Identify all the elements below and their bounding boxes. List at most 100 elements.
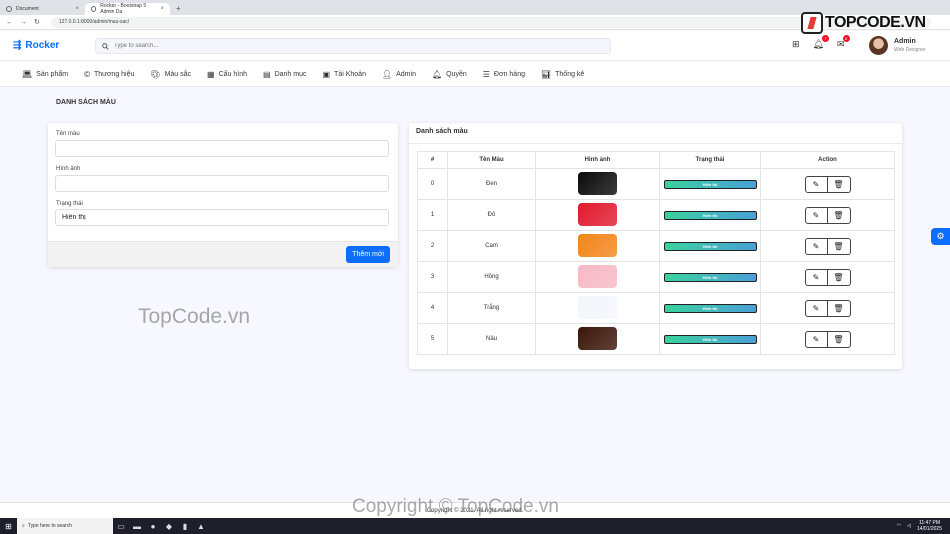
table-header-row: # Tên Màu Hình ảnh Trạng thái Action <box>417 151 895 169</box>
brand-logo[interactable]: ⇶ Rocker <box>13 40 59 51</box>
header-icons: ⊞ 🔔︎ 7 ✉︎ 8 <box>792 35 850 50</box>
message-icon[interactable]: ✉︎ 8 <box>837 35 850 50</box>
browser-tab-document[interactable]: Document × <box>0 3 85 15</box>
globe-icon <box>6 6 12 12</box>
edit-icon: ✎ <box>812 210 820 220</box>
delete-button[interactable]: 🗑︎ <box>827 175 851 193</box>
trash-icon: 🗑︎ <box>833 272 844 282</box>
delete-button[interactable]: 🗑︎ <box>827 237 851 255</box>
palette-icon: 🎨︎ <box>150 69 161 79</box>
menu-item-mau-sac[interactable]: 🎨︎ Màu sắc <box>150 70 191 79</box>
menu-item-san-pham[interactable]: 💻︎ Sản phẩm <box>22 70 68 79</box>
col-name: Tên Màu <box>447 151 536 169</box>
edit-button[interactable]: ✎ <box>804 330 828 348</box>
laptop-icon: 💻︎ <box>22 69 33 79</box>
menu-label: Quyền <box>446 70 467 78</box>
table-row: 4 Trắng Hiển thị ✎ 🗑︎ <box>417 292 895 324</box>
edit-button[interactable]: ✎ <box>804 268 828 286</box>
bar-chart-icon: 📊︎ <box>540 69 552 79</box>
edit-button[interactable]: ✎ <box>804 206 828 224</box>
reload-icon[interactable]: ↻ <box>34 18 40 26</box>
add-button[interactable]: Thêm mới <box>346 246 390 263</box>
status-badge: Hiển thị <box>663 241 757 251</box>
menu-item-quyen[interactable]: 🔔︎ Quyền <box>432 70 467 79</box>
delete-button[interactable]: 🗑︎ <box>827 299 851 317</box>
volume-icon[interactable]: ◁ <box>907 523 911 529</box>
row-actions: ✎ 🗑︎ <box>760 230 895 262</box>
taskbar-search-text: Type here to search <box>27 523 73 529</box>
table-row: 2 Cam Hiển thị ✎ 🗑︎ <box>417 230 895 262</box>
windows-start-icon[interactable]: ⊞ <box>0 522 17 531</box>
bell-icon[interactable]: 🔔︎ 7 <box>813 35 829 50</box>
app-icon[interactable]: ▲ <box>193 518 209 534</box>
color-name-input[interactable] <box>55 140 389 157</box>
status-badge: Hiển thị <box>663 272 757 282</box>
row-actions: ✎ 🗑︎ <box>760 199 895 231</box>
edit-icon: ✎ <box>812 334 820 344</box>
new-tab-button[interactable]: + <box>170 3 187 15</box>
menu-item-don-hang[interactable]: ☰ Đơn hàng <box>483 70 525 79</box>
search-input[interactable] <box>114 43 514 49</box>
table-row: 3 Hồng Hiển thị ✎ 🗑︎ <box>417 261 895 293</box>
url-field[interactable]: 127.0.0.1:8000/admin/mau-sac/ <box>50 16 931 28</box>
menu-label: Đơn hàng <box>493 70 525 78</box>
menu-item-tai-khoan[interactable]: ▣ Tài Khoản <box>322 70 365 79</box>
user-role: Web Designer <box>894 47 926 53</box>
delete-button[interactable]: 🗑︎ <box>827 330 851 348</box>
row-status-cell: Hiển thị <box>659 168 761 200</box>
row-index: 2 <box>417 230 448 262</box>
row-image-cell <box>535 323 660 355</box>
watermark-center: TopCode.vn <box>138 305 251 328</box>
browser-tab-rocker[interactable]: Rocker - Bootstrap 5 Admin Da × <box>85 3 170 15</box>
menu-item-admin[interactable]: 👤︎ Admin <box>382 70 416 79</box>
chrome-icon[interactable]: ● <box>145 518 161 534</box>
row-index: 5 <box>417 323 448 355</box>
terminal-icon[interactable]: ▮ <box>177 518 193 534</box>
forward-icon[interactable]: → <box>20 19 27 26</box>
menu-item-thuong-hieu[interactable]: © Thương hiệu <box>84 70 134 79</box>
delete-button[interactable]: 🗑︎ <box>827 268 851 286</box>
edit-button[interactable]: ✎ <box>804 175 828 193</box>
taskbar-search[interactable]: ⌕ Type here to search <box>17 518 113 534</box>
col-index: # <box>417 151 448 169</box>
close-icon[interactable]: × <box>160 6 164 12</box>
col-image: Hình ảnh <box>535 151 660 169</box>
back-icon[interactable]: ← <box>6 19 13 26</box>
wifi-icon[interactable]: ◠ <box>897 523 901 529</box>
row-color-name: Nâu <box>447 323 536 355</box>
color-swatch-image <box>578 171 617 195</box>
menu-label: Thống kê <box>555 70 585 78</box>
row-image-cell <box>535 292 660 324</box>
menu-label: Tài Khoản <box>334 70 366 78</box>
avatar <box>869 36 888 55</box>
globe-icon <box>91 6 97 12</box>
status-select[interactable] <box>55 209 389 226</box>
form-footer: Thêm mới <box>48 241 398 267</box>
file-explorer-icon[interactable]: ▬ <box>129 518 145 534</box>
apps-grid-icon[interactable]: ⊞ <box>792 39 800 50</box>
row-color-name: Cam <box>447 230 536 262</box>
menu-item-cau-hinh[interactable]: ▦ Cấu hình <box>207 70 247 79</box>
edit-button[interactable]: ✎ <box>804 299 828 317</box>
edit-button[interactable]: ✎ <box>804 237 828 255</box>
user-box[interactable]: Admin Web Designer <box>869 36 926 55</box>
menu-item-danh-muc[interactable]: ▤ Danh mục <box>263 70 306 79</box>
trash-icon: 🗑︎ <box>833 303 844 313</box>
close-icon[interactable]: × <box>75 6 79 12</box>
system-tray: ◠ ◁ 11:47 PM 14/01/2025 <box>897 520 950 532</box>
delete-button[interactable]: 🗑︎ <box>827 206 851 224</box>
col-action: Action <box>760 151 895 169</box>
row-index: 1 <box>417 199 448 231</box>
name-label: Tên màu <box>56 131 80 137</box>
menu-label: Màu sắc <box>164 70 192 78</box>
search-box[interactable] <box>95 38 611 54</box>
col-status: Trạng thái <box>659 151 761 169</box>
menu-item-thong-ke[interactable]: 📊︎ Thống kê <box>541 70 584 79</box>
task-view-icon[interactable]: ▭ <box>113 518 129 534</box>
clock[interactable]: 11:47 PM 14/01/2025 <box>917 520 942 532</box>
status-label: Trạng thái <box>56 201 83 207</box>
vscode-icon[interactable]: ◆ <box>161 518 177 534</box>
image-input[interactable] <box>55 175 389 192</box>
trash-icon: 🗑︎ <box>833 334 844 344</box>
settings-gear-button[interactable]: ⚙ <box>931 228 950 245</box>
